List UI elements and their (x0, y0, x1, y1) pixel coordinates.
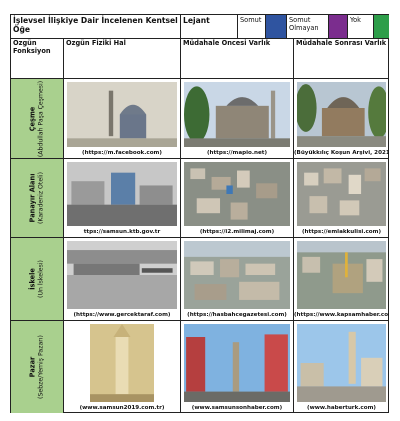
photo-cell-cesme-after: (Büyükkılıç Koşun Arşivi, 2021) (294, 79, 389, 159)
legend-item-somut: Somut (238, 15, 266, 39)
mosque-before-photo (184, 82, 290, 147)
col-header-before: Müdahale Öncesi Varlık (181, 39, 294, 79)
legend-swatch-somut (266, 15, 287, 39)
historic-pier-photo (67, 241, 177, 309)
aerial-city-before-photo (184, 162, 290, 226)
legend-label-cell: Lejant (181, 15, 238, 39)
photo-cell-cesme-before: (https://mapio.net) (181, 79, 294, 159)
table-title-cell: İşlevsel İlişkiye Dair İncelenen Kentsel… (11, 15, 181, 39)
photo-cell-pazar-after: (www.haberturk.com) (294, 321, 389, 413)
row-label-iskele: İskele (Un İskelesi) (11, 238, 64, 321)
row-label-pazar: Pazar (Sebze/Yemiş Pazarı) (11, 321, 64, 413)
legend-item-yok: Yok (348, 15, 374, 39)
photo-cell-cesme-original: (https://m.facebook.com) (64, 79, 181, 159)
mosque-after-photo (297, 82, 386, 147)
historic-hotel-photo (67, 162, 177, 226)
legend-swatch-somut-olmayan (329, 15, 348, 39)
historic-fountain-photo (67, 82, 177, 147)
clock-tower-square-photo (297, 324, 386, 402)
table-title: İşlevsel İlişkiye Dair İncelenen Kentsel… (13, 16, 178, 34)
row-label-panayir: Panayır Alanı (Karadeniz Oteli) (11, 159, 64, 238)
photo-cell-panayir-after: (https://emlakkulisi.com) (294, 159, 389, 238)
col-header-after: Müdahale Sonrası Varlık (294, 39, 389, 79)
historic-clock-tower-photo (90, 324, 154, 402)
col-header-function: Özgün Fonksiyon (11, 39, 64, 79)
legend-swatch-yok (374, 15, 389, 39)
photo-cell-iskele-after: (https://www.kapsamhaber.com) (294, 238, 389, 321)
market-street-photo (184, 324, 290, 402)
aerial-city-after-photo (297, 162, 386, 226)
photo-cell-iskele-before: (https://hasbahcegazetesi.com) (181, 238, 294, 321)
photo-cell-pazar-before: (www.samsunsonhaber.com) (181, 321, 294, 413)
photo-cell-iskele-original: (https://www.gercektaraf.com) (64, 238, 181, 321)
photo-cell-panayir-before: (https://i2.milimaj.com) (181, 159, 294, 238)
aerial-port-before-photo (184, 241, 290, 309)
legend-item-somut-olmayan: Somut Olmayan (287, 15, 329, 39)
row-label-cesme: Çeşme (Abdullah Paşa Çeşmesi) (11, 79, 64, 159)
legend-label: Lejant (183, 16, 210, 25)
col-header-original: Özgün Fiziki Hal (64, 39, 181, 79)
photo-cell-pazar-original: (www.samsun2019.com.tr) (64, 321, 181, 413)
photo-cell-panayir-original: ttps://samsun.ktb.gov.tr (64, 159, 181, 238)
comparison-table: İşlevsel İlişkiye Dair İncelenen Kentsel… (10, 14, 389, 413)
construction-site-photo (297, 241, 386, 309)
